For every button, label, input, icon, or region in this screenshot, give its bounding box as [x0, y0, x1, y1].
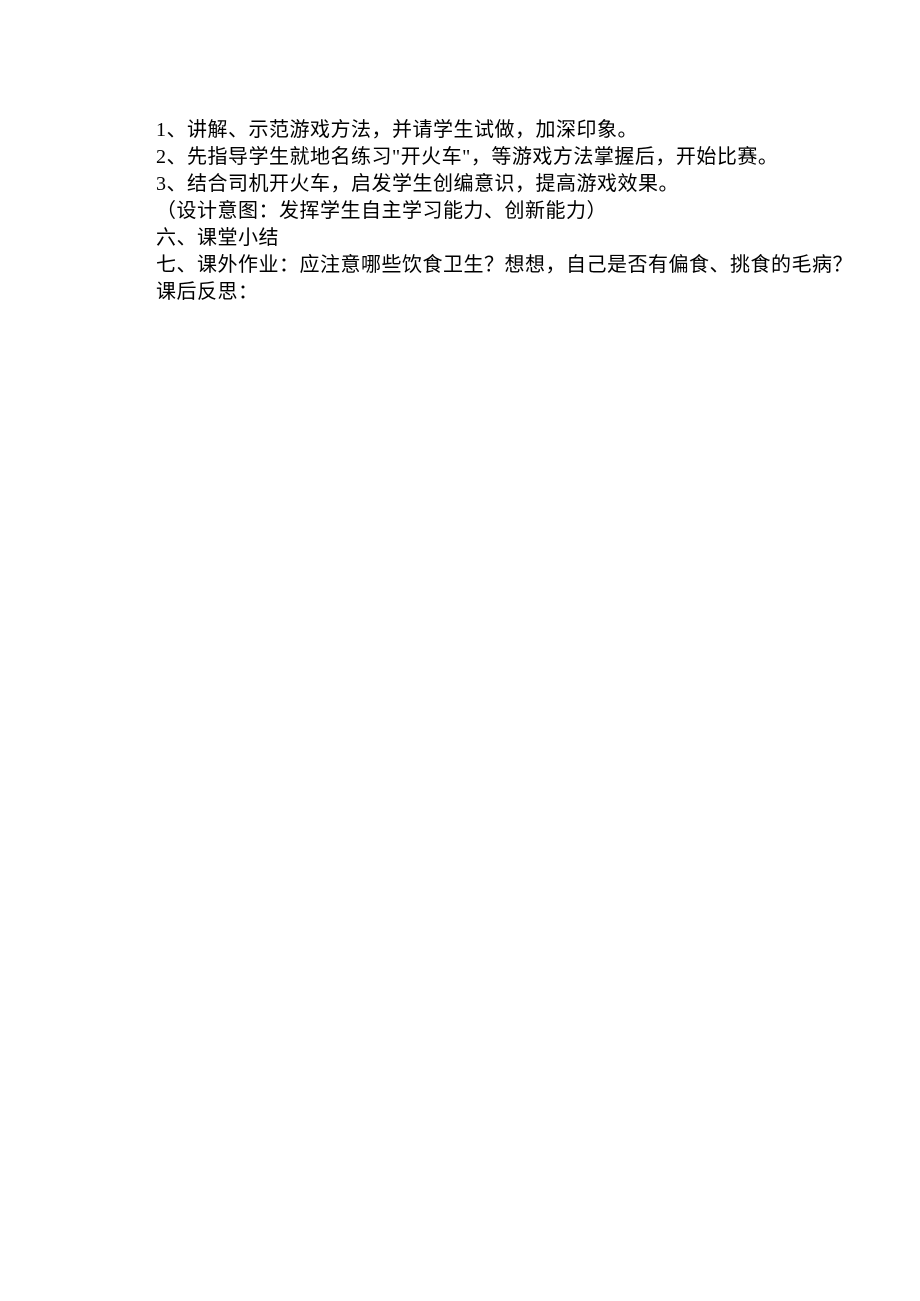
text-line-7: 课后反思：	[156, 279, 780, 306]
document-body: 1、讲解、示范游戏方法，并请学生试做，加深印象。 2、先指导学生就地名练习"开火…	[156, 117, 780, 306]
text-line-4: （设计意图：发挥学生自主学习能力、创新能力）	[156, 198, 780, 225]
text-line-6: 七、课外作业：应注意哪些饮食卫生？想想，自己是否有偏食、挑食的毛病？	[156, 252, 780, 279]
text-line-5: 六、课堂小结	[156, 225, 780, 252]
text-line-2: 2、先指导学生就地名练习"开火车"，等游戏方法掌握后，开始比赛。	[156, 144, 780, 171]
text-line-1: 1、讲解、示范游戏方法，并请学生试做，加深印象。	[156, 117, 780, 144]
text-line-3: 3、结合司机开火车，启发学生创编意识，提高游戏效果。	[156, 171, 780, 198]
